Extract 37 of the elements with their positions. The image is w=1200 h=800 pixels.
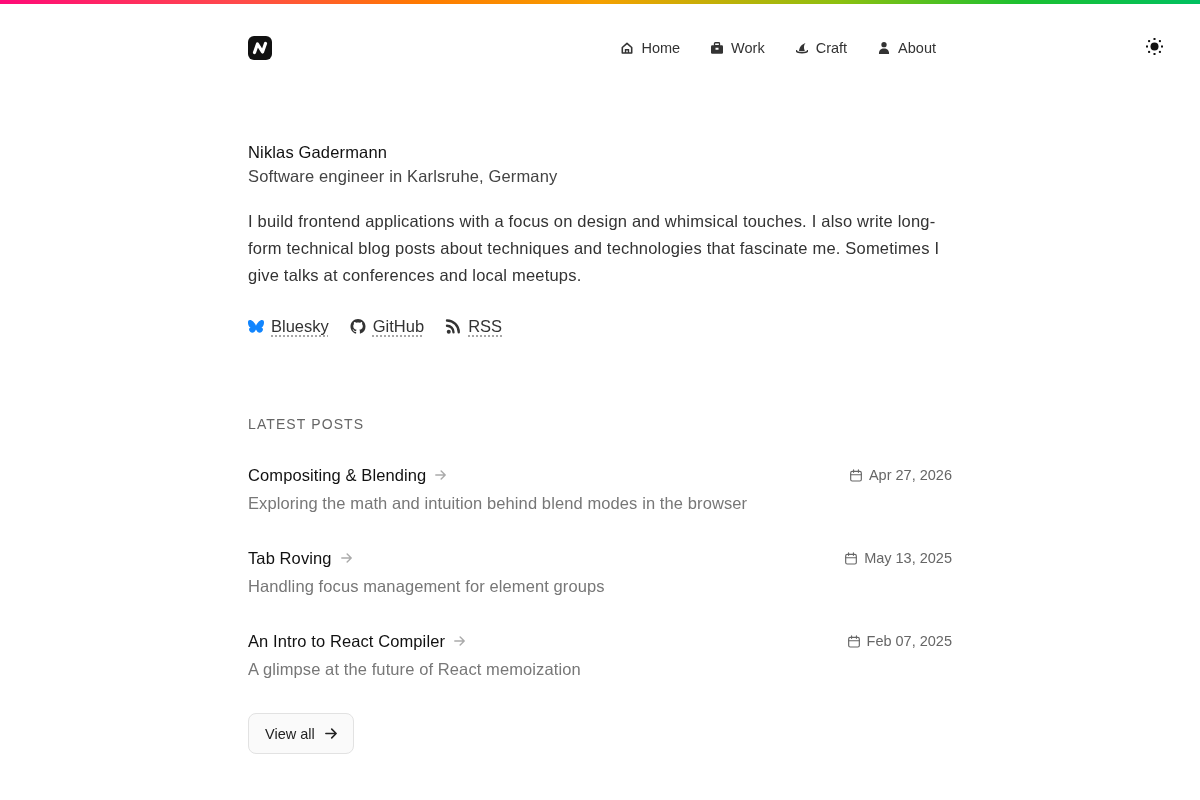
view-all-button[interactable]: View all <box>248 713 354 754</box>
post-title-link[interactable]: An Intro to React Compiler <box>248 629 445 653</box>
post-title-link[interactable]: Tab Roving <box>248 546 332 570</box>
post-title-link[interactable]: Compositing & Blending <box>248 463 427 487</box>
post-date: Apr 27, 2026 <box>868 466 952 485</box>
person-icon <box>878 42 891 54</box>
bio-paragraph: I build frontend applications with a focus on design and whimsical touches. I also write long-form technical blog posts about techniques and technologies that fascinate me. Sometimes I give talks at conferences and local meetups. <box>248 210 941 286</box>
calendar-icon <box>847 634 860 648</box>
nav-link[interactable]: Craft <box>795 38 848 58</box>
arrow-right-icon <box>340 553 352 563</box>
toolbox-icon <box>711 42 724 54</box>
profile-name: Niklas Gadermann <box>248 142 389 163</box>
arrow-right-icon <box>454 636 465 646</box>
logo-icon[interactable] <box>248 36 272 60</box>
social-link[interactable]: Bluesky <box>248 314 329 338</box>
github-logo-icon <box>349 318 366 334</box>
witch-hat-icon <box>795 42 808 54</box>
calendar-icon <box>849 468 862 482</box>
calendar-icon <box>845 551 858 565</box>
home-icon <box>621 42 634 54</box>
butterfly-icon <box>248 318 264 334</box>
arrow-right-icon <box>435 470 447 480</box>
post-description: A glimpse at the future of React memoization <box>248 659 582 680</box>
post-description: Exploring the math and intuition behind blend modes in the browser <box>248 493 749 514</box>
nav-link[interactable]: About <box>878 38 936 58</box>
social-link[interactable]: GitHub <box>349 314 425 338</box>
rss-icon <box>445 318 462 334</box>
profile-tagline: Software engineer in Karlsruhe, Germany <box>248 166 559 187</box>
social-link[interactable]: RSS <box>445 314 503 338</box>
section-heading: LATEST POSTS <box>248 415 366 434</box>
post-date: May 13, 2025 <box>864 549 952 568</box>
nav-link[interactable]: Work <box>711 38 765 58</box>
arrow-right-icon <box>324 728 337 739</box>
post-description: Handling focus management for element groups <box>248 576 606 597</box>
nav-link[interactable]: Home <box>621 38 681 58</box>
sun-icon <box>1146 37 1163 55</box>
post-date: Feb 07, 2025 <box>866 632 952 651</box>
